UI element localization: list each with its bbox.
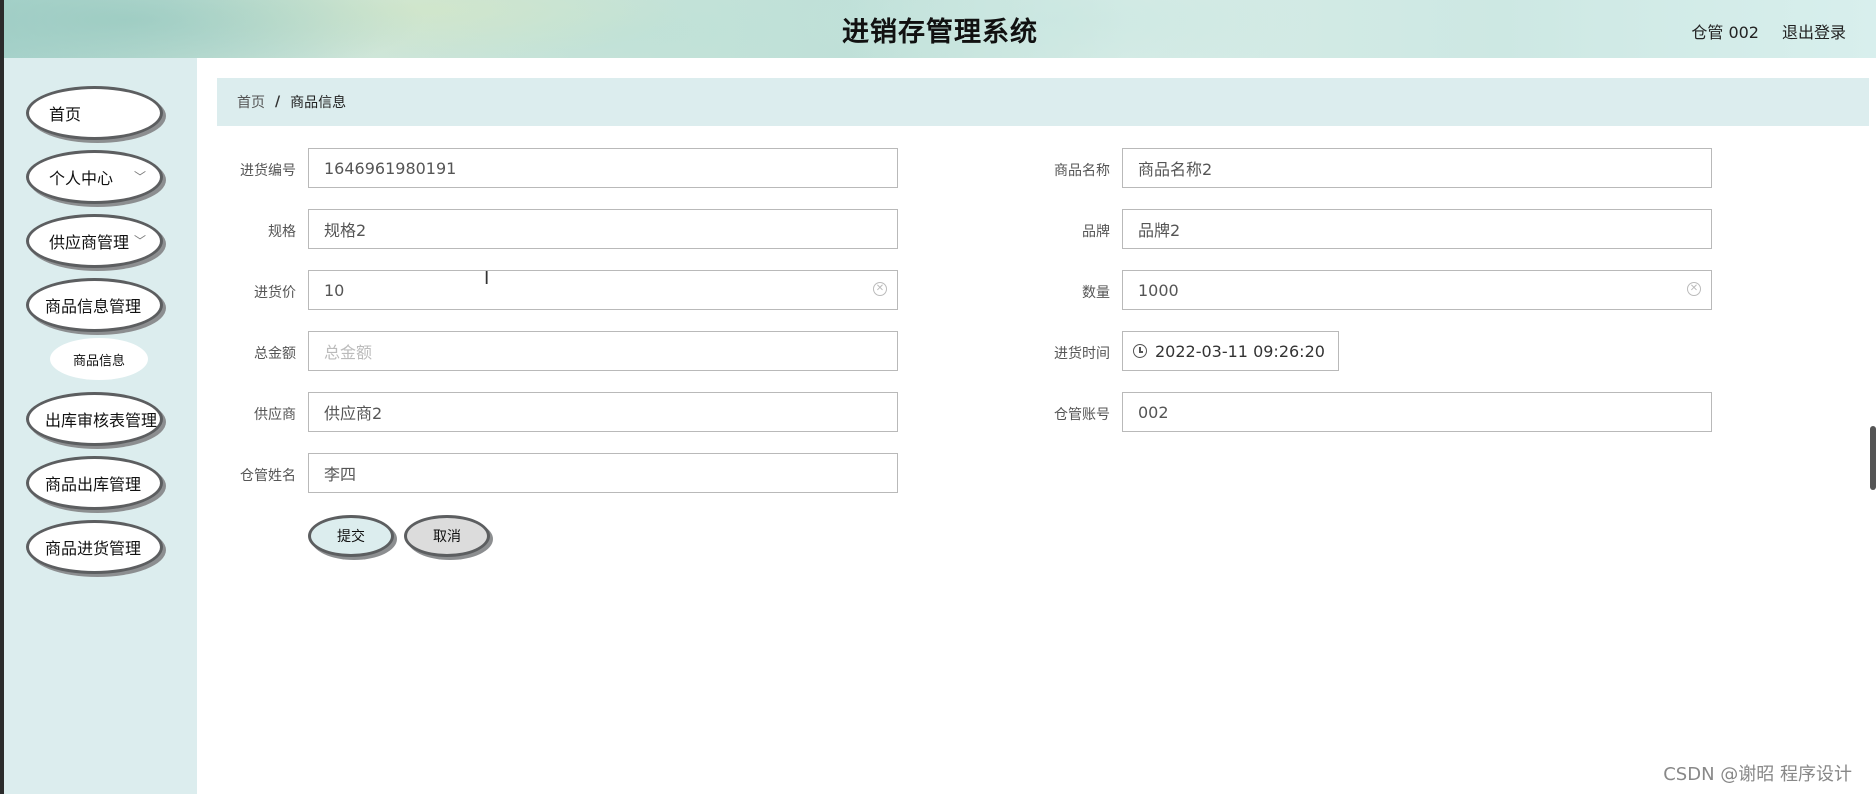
- quantity-label: 数量: [1082, 285, 1110, 301]
- clear-icon[interactable]: ✕: [1687, 282, 1701, 296]
- purchase-price-value: 10: [324, 280, 345, 300]
- clear-icon[interactable]: ✕: [873, 282, 887, 296]
- sidebar-item-product-info-management[interactable]: 商品信息管理: [26, 278, 163, 332]
- quantity-value: 1000: [1138, 280, 1179, 300]
- purchase-time-picker[interactable]: 2022-03-11 09:26:20: [1122, 331, 1339, 371]
- breadcrumb-current: 商品信息: [290, 95, 347, 111]
- sidebar-item-product-purchase-management[interactable]: 商品进货管理: [26, 520, 163, 574]
- supplier-label: 供应商: [254, 407, 296, 423]
- sidebar-item-product-outbound-management[interactable]: 商品出库管理: [26, 456, 163, 510]
- cancel-button[interactable]: 取消: [404, 515, 490, 557]
- sidebar-item-supplier-management[interactable]: 供应商管理 ﹀: [26, 214, 163, 268]
- brand-value: 品牌2: [1138, 221, 1181, 240]
- sidebar-item-outbound-review-management[interactable]: 出库审核表管理: [26, 392, 163, 446]
- sidebar-item-label: 商品信息管理: [45, 297, 142, 316]
- keeper-account-input[interactable]: 002: [1122, 392, 1712, 432]
- clock-icon: [1133, 344, 1147, 358]
- breadcrumb: 首页 / 商品信息: [217, 78, 1869, 126]
- product-name-input[interactable]: 商品名称2: [1122, 148, 1712, 188]
- product-name-value: 商品名称2: [1138, 160, 1213, 179]
- breadcrumb-home[interactable]: 首页: [237, 92, 265, 112]
- purchase-price-label: 进货价: [254, 285, 296, 301]
- scrollbar-thumb[interactable]: [1870, 426, 1876, 490]
- chevron-down-icon: ﹀: [133, 234, 146, 248]
- purchase-time-value: 2022-03-11 09:26:20: [1155, 341, 1325, 361]
- submit-button[interactable]: 提交: [308, 515, 394, 557]
- total-amount-label: 总金额: [254, 346, 296, 362]
- brand-input[interactable]: 品牌2: [1122, 209, 1712, 249]
- keeper-account-value: 002: [1138, 402, 1169, 422]
- spec-value: 规格2: [324, 221, 367, 240]
- supplier-input[interactable]: 供应商2: [308, 392, 898, 432]
- text-cursor-icon: I: [484, 268, 490, 289]
- header-banner: 进销存管理系统 仓管 002 退出登录: [4, 0, 1876, 58]
- keeper-name-input[interactable]: 李四: [308, 453, 898, 493]
- keeper-name-value: 李四: [324, 465, 357, 484]
- brand-label: 品牌: [1082, 224, 1110, 240]
- total-amount-input[interactable]: 总金额: [308, 331, 898, 371]
- keeper-name-label: 仓管姓名: [240, 468, 296, 484]
- sidebar-subitem-product-info[interactable]: 商品信息: [50, 338, 148, 380]
- purchase-no-label: 进货编号: [240, 163, 296, 179]
- app-title: 进销存管理系统: [842, 17, 1038, 48]
- purchase-time-label: 进货时间: [1054, 346, 1110, 362]
- chevron-down-icon: ﹀: [133, 170, 146, 184]
- spec-label: 规格: [268, 224, 296, 240]
- total-amount-placeholder: 总金额: [324, 343, 373, 362]
- keeper-account-label: 仓管账号: [1054, 407, 1110, 423]
- sidebar-item-label: 个人中心: [49, 169, 114, 188]
- sidebar-item-home[interactable]: 首页: [26, 86, 163, 140]
- sidebar-item-label: 商品出库管理: [45, 475, 142, 494]
- purchase-no-input[interactable]: 1646961980191: [308, 148, 898, 188]
- breadcrumb-separator: /: [275, 94, 281, 110]
- sidebar-item-label: 首页: [49, 105, 82, 124]
- sidebar-item-label: 供应商管理: [49, 233, 130, 252]
- sidebar-item-label: 出库审核表管理: [45, 411, 158, 430]
- sidebar-item-label: 商品进货管理: [45, 539, 142, 558]
- watermark: CSDN @谢昭 程序设计: [1663, 764, 1852, 785]
- sidebar-subitem-label: 商品信息: [72, 353, 125, 369]
- spec-input[interactable]: 规格2: [308, 209, 898, 249]
- purchase-price-input[interactable]: 10 ✕: [308, 270, 898, 310]
- logout-link[interactable]: 退出登录: [1782, 19, 1846, 43]
- product-name-label: 商品名称: [1054, 163, 1110, 179]
- current-user: 仓管 002: [1691, 23, 1759, 42]
- quantity-input[interactable]: 1000 ✕: [1122, 270, 1712, 310]
- sidebar-item-personal-center[interactable]: 个人中心 ﹀: [26, 150, 163, 204]
- supplier-value: 供应商2: [324, 404, 383, 423]
- purchase-no-value: 1646961980191: [324, 158, 457, 178]
